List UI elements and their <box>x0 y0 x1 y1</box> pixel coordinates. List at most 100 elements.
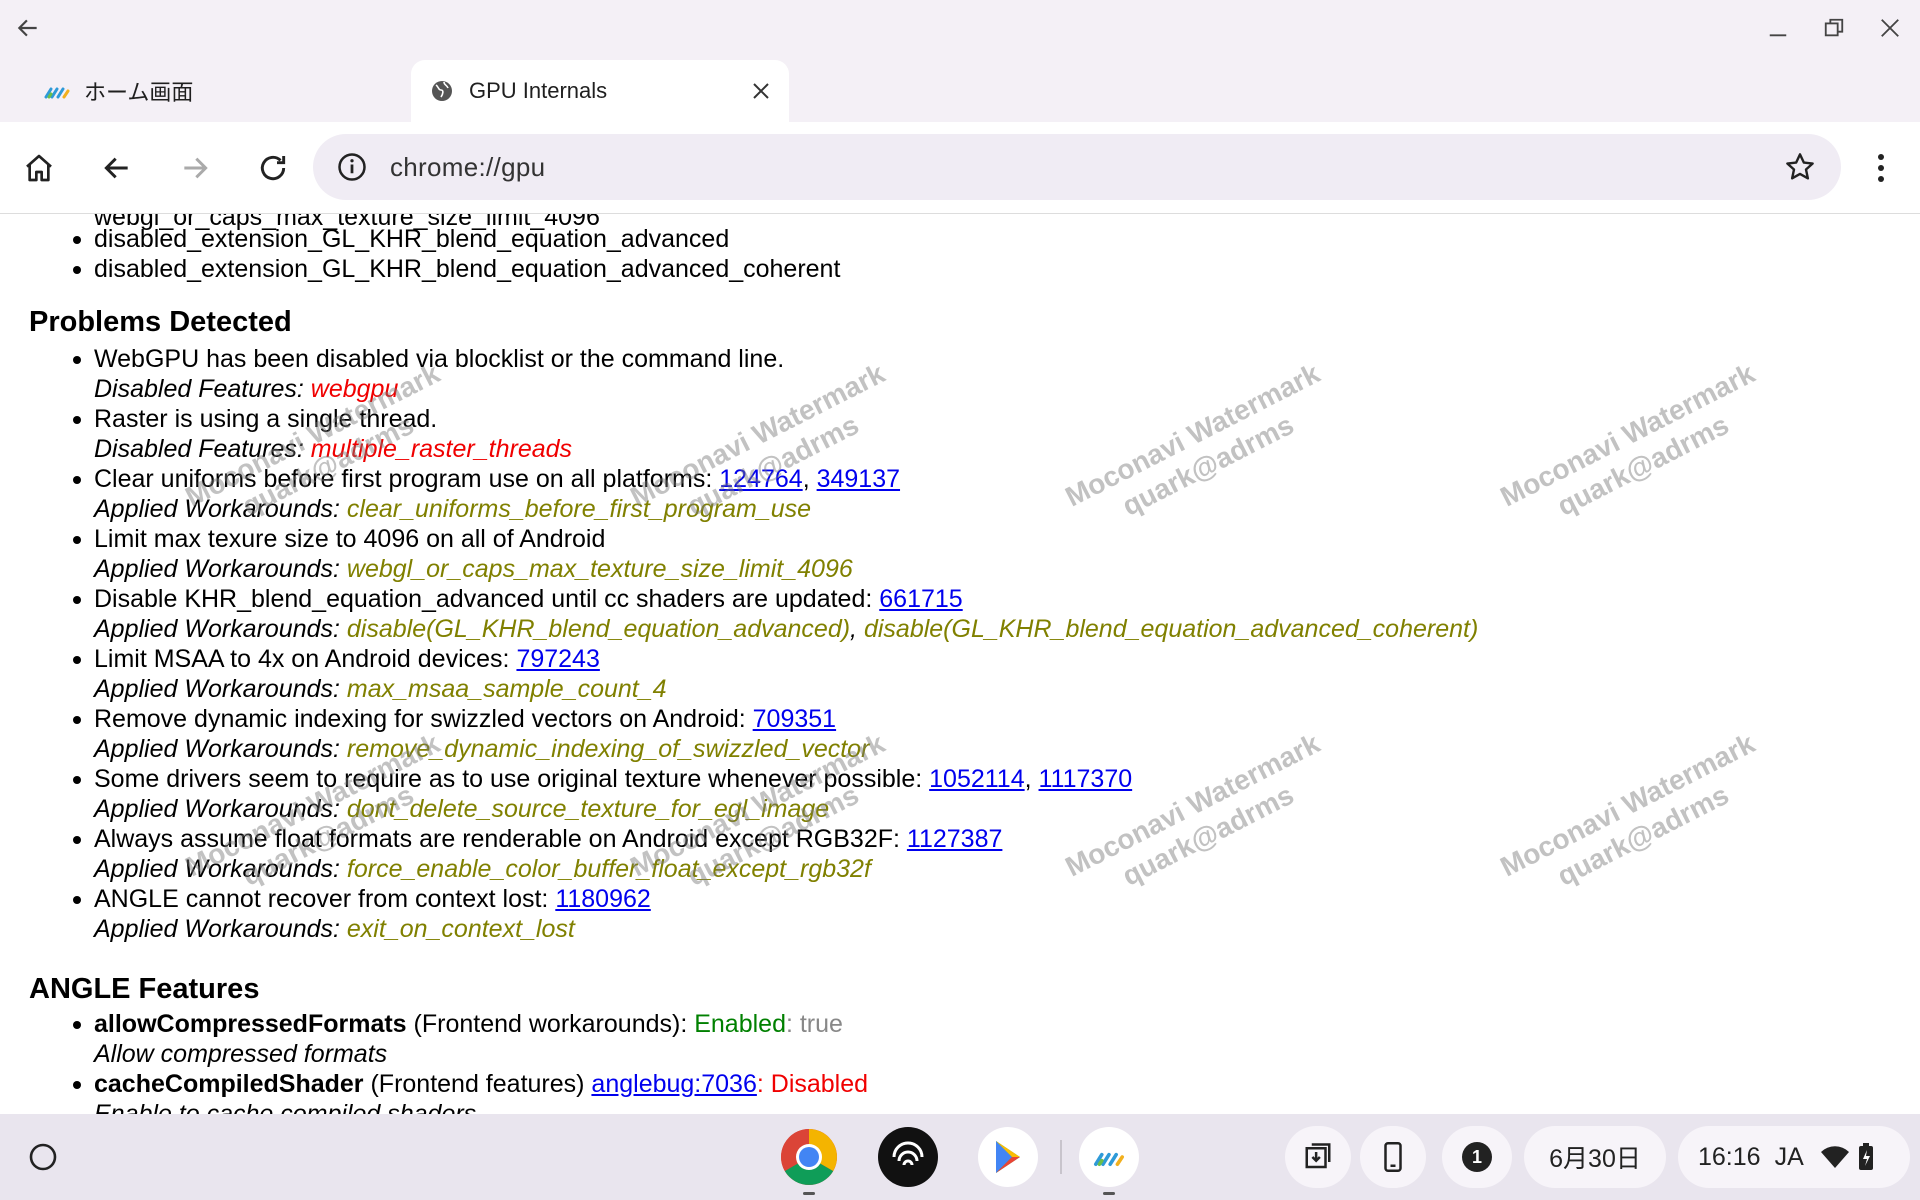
problems-list: WebGPU has been disabled via blocklist o… <box>0 344 1478 944</box>
launcher-button[interactable] <box>12 1126 74 1188</box>
applied-workarounds: Applied Workarounds: exit_on_context_los… <box>94 914 1478 944</box>
top-list: disabled_extension_GL_KHR_blend_equation… <box>0 224 840 284</box>
bug-link[interactable]: 349137 <box>817 465 900 493</box>
watermark: Moconavi Watermark quark@adrms <box>1495 727 1760 892</box>
applied-workarounds: Applied Workarounds: dont_delete_source_… <box>94 794 1478 824</box>
problem-text: Some drivers seem to require as to use o… <box>94 765 930 793</box>
time-text: 16:16 <box>1698 1142 1761 1171</box>
phone-hub-icon[interactable] <box>1360 1126 1426 1188</box>
feature-label: Applied Workarounds: <box>94 675 347 703</box>
feature-value: webgpu <box>310 375 399 403</box>
close-window-button[interactable] <box>1872 10 1908 46</box>
bookmark-star-icon[interactable] <box>1781 148 1819 186</box>
cast-app-icon[interactable] <box>878 1127 938 1187</box>
back-arrow-icon[interactable] <box>10 10 46 46</box>
problem-description: Disable KHR_blend_equation_advanced unti… <box>94 584 1478 614</box>
feature-value: disable(GL_KHR_blend_equation_advanced) <box>346 615 851 643</box>
minimize-button[interactable] <box>1760 10 1796 46</box>
bug-link[interactable]: 1052114 <box>929 765 1024 793</box>
feature-value: exit_on_context_lost <box>346 915 575 943</box>
reload-icon[interactable] <box>249 144 297 192</box>
bug-link[interactable]: 1117370 <box>1039 765 1133 793</box>
forward-icon[interactable] <box>171 144 219 192</box>
address-bar[interactable]: chrome://gpu <box>313 134 1841 200</box>
close-tab-icon[interactable] <box>745 75 777 107</box>
problem-description: Remove dynamic indexing for swizzled vec… <box>94 704 1478 734</box>
page-content: webgl_or_caps_max_texture_size_limit_409… <box>0 214 1920 1114</box>
problem-text: ANGLE cannot recover from context lost: <box>94 885 556 913</box>
problem-item: Always assume float formats are renderab… <box>0 824 1478 884</box>
bug-link[interactable]: 1127387 <box>907 825 1002 853</box>
watermark: Moconavi Watermark quark@adrms <box>1495 357 1760 522</box>
running-indicator <box>803 1192 815 1195</box>
feature-label: Applied Workarounds: <box>94 555 347 583</box>
bug-link[interactable]: 124764 <box>719 465 802 493</box>
problem-description: Limit MSAA to 4x on Android devices: 797… <box>94 644 1478 674</box>
applied-workarounds: Applied Workarounds: disable(GL_KHR_blen… <box>94 615 1479 643</box>
more-menu-icon[interactable] <box>1857 144 1905 192</box>
bug-link[interactable]: 1180962 <box>555 885 650 913</box>
bug-link[interactable]: 797243 <box>516 645 599 673</box>
problem-text: Limit max texure size to 4096 on all of … <box>94 525 606 553</box>
globe-icon <box>427 76 457 106</box>
problem-text: Limit MSAA to 4x on Android devices: <box>94 645 517 673</box>
tab-home[interactable]: ホーム画面 <box>0 60 410 122</box>
list-item: disabled_extension_GL_KHR_blend_equation… <box>0 254 840 284</box>
applied-workarounds: Applied Workarounds: remove_dynamic_inde… <box>94 734 1478 764</box>
running-indicator <box>1103 1192 1115 1195</box>
feature-name: allowCompressedFormats <box>94 1010 407 1038</box>
notification-counter[interactable]: 1 <box>1442 1126 1512 1188</box>
disabled-features: Disabled Features: webgpu <box>94 374 1478 404</box>
chrome-app-icon[interactable] <box>779 1127 839 1195</box>
problem-description: ANGLE cannot recover from context lost: … <box>94 884 1478 914</box>
problem-item: Disable KHR_blend_equation_advanced unti… <box>0 584 1478 644</box>
moconavi-app-icon[interactable] <box>1079 1127 1139 1195</box>
problem-description: Some drivers seem to require as to use o… <box>94 765 1133 793</box>
feature-value: clear_uniforms_before_first_program_use <box>346 495 812 523</box>
tab-gpu-internals[interactable]: GPU Internals <box>411 60 789 122</box>
bug-link[interactable]: anglebug:7036 <box>591 1070 756 1098</box>
feature-value: : true <box>785 1010 843 1038</box>
back-icon[interactable] <box>93 144 141 192</box>
system-shelf: 1 6月30日 16:16 JA <box>0 1114 1920 1200</box>
problem-text: Raster is using a single thread. <box>94 405 438 433</box>
play-store-icon[interactable] <box>978 1127 1038 1187</box>
feature-status: : Disabled <box>756 1070 869 1098</box>
feature-description: Allow compressed formats <box>94 1040 388 1068</box>
problem-item: Limit MSAA to 4x on Android devices: 797… <box>0 644 1478 704</box>
feature-status: Enabled <box>694 1010 786 1038</box>
browser-toolbar: chrome://gpu <box>0 122 1920 214</box>
applied-workarounds: Applied Workarounds: clear_uniforms_befo… <box>94 494 1478 524</box>
list-item: disabled_extension_GL_KHR_blend_equation… <box>0 224 840 254</box>
home-icon[interactable] <box>15 144 63 192</box>
feature-value: dont_delete_source_texture_for_egl_image <box>346 795 830 823</box>
bug-link[interactable]: 661715 <box>879 585 962 613</box>
problem-item: Remove dynamic indexing for swizzled vec… <box>0 704 1478 764</box>
date-tray[interactable]: 6月30日 <box>1524 1126 1666 1188</box>
url-text[interactable]: chrome://gpu <box>390 152 545 183</box>
date-text: 6月30日 <box>1549 1145 1641 1173</box>
problem-item: ANGLE cannot recover from context lost: … <box>0 884 1478 944</box>
disabled-features: Disabled Features: multiple_raster_threa… <box>94 434 1478 464</box>
feature-label: Applied Workarounds: <box>94 795 347 823</box>
problem-description: Always assume float formats are renderab… <box>94 824 1478 854</box>
problems-heading: Problems Detected <box>29 306 292 338</box>
feature-value: multiple_raster_threads <box>310 435 573 463</box>
feature-category: (Frontend features) <box>363 1070 592 1098</box>
status-area[interactable]: 16:16 JA <box>1678 1126 1910 1188</box>
problem-text: Clear uniforms before first program use … <box>94 465 720 493</box>
feature-label: Disabled Features: <box>94 375 311 403</box>
restore-button[interactable] <box>1816 10 1852 46</box>
problem-item: Limit max texure size to 4096 on all of … <box>0 524 1478 584</box>
moconavi-icon <box>42 76 72 106</box>
tab-strip: ホーム画面 GPU Internals <box>0 0 1920 122</box>
downloads-tray-icon[interactable] <box>1285 1126 1351 1188</box>
problem-item: Clear uniforms before first program use … <box>0 464 1478 524</box>
feature-name: cacheCompiledShader <box>94 1070 364 1098</box>
problem-text: Always assume float formats are renderab… <box>94 825 907 853</box>
feature-value: disable(GL_KHR_blend_equation_advanced_c… <box>863 615 1479 643</box>
applied-workarounds: Applied Workarounds: force_enable_color_… <box>94 854 1478 884</box>
feature-label: Applied Workarounds: <box>94 495 347 523</box>
site-info-icon[interactable] <box>333 148 371 186</box>
bug-link[interactable]: 709351 <box>753 705 836 733</box>
